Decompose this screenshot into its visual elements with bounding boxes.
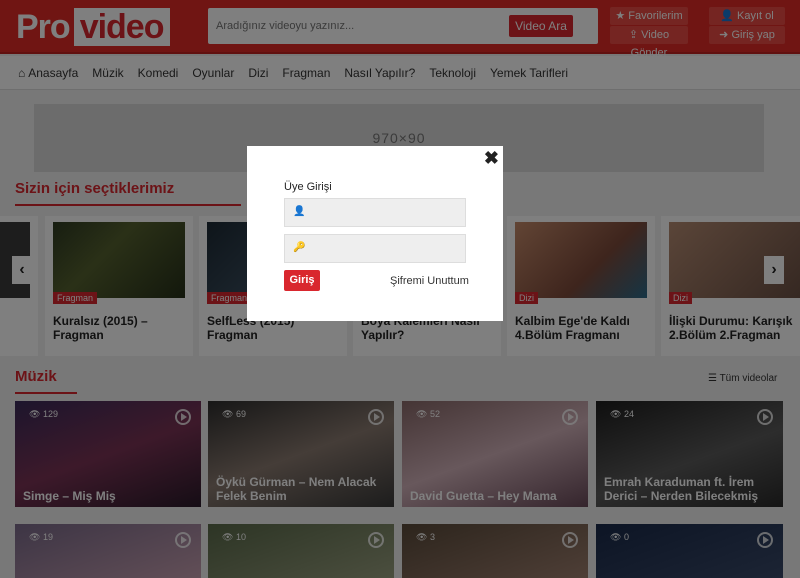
login-submit-button[interactable]: Giriş bbox=[284, 270, 320, 291]
key-icon: 🔑 bbox=[293, 242, 306, 253]
login-modal: ✖ Üye Girişi 👤 🔑 Giriş Şifremi Unuttum bbox=[247, 146, 503, 321]
user-icon: 👤 bbox=[293, 206, 306, 217]
close-icon[interactable]: ✖ bbox=[484, 148, 499, 169]
forgot-password-link[interactable]: Şifremi Unuttum bbox=[390, 275, 469, 287]
login-modal-title: Üye Girişi bbox=[284, 181, 332, 193]
username-field[interactable]: 👤 bbox=[284, 198, 466, 227]
password-field[interactable]: 🔑 bbox=[284, 234, 466, 263]
